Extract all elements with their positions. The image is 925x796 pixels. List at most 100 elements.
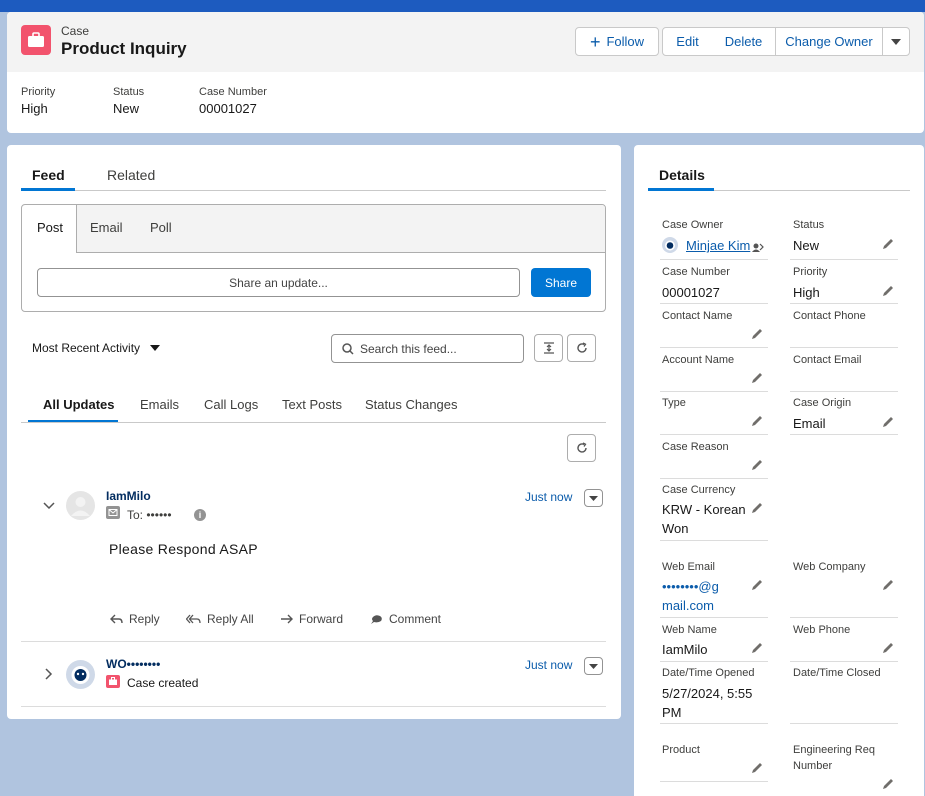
field-divider	[790, 391, 898, 392]
refresh-icon	[576, 342, 587, 353]
feed-item-menu-button[interactable]	[584, 657, 603, 675]
filter-tab-emails[interactable]: Emails	[140, 397, 179, 412]
field-divider	[660, 540, 768, 541]
comment-action[interactable]: Comment	[370, 612, 441, 626]
priority-value: High	[793, 285, 820, 300]
publisher-tab-email[interactable]: Email	[90, 220, 123, 235]
collapse-all-button[interactable]	[534, 334, 563, 362]
record-header: Case Product Inquiry + Follow Edit Delet…	[7, 12, 924, 133]
pencil-icon[interactable]	[750, 578, 764, 592]
page-title: Product Inquiry	[61, 39, 187, 58]
feed-item-menu-button[interactable]	[584, 489, 603, 507]
highlight-field-status: Status New	[113, 86, 145, 116]
type-label: Type	[662, 397, 686, 409]
collapse-chevron-icon[interactable]	[43, 502, 55, 510]
email-recipient: To: ••••••	[127, 508, 172, 522]
pencil-icon[interactable]	[750, 371, 764, 385]
tab-related[interactable]: Related	[107, 167, 155, 183]
reply-all-action[interactable]: Reply All	[186, 612, 254, 626]
field-divider	[660, 303, 768, 304]
field-divider	[790, 259, 898, 260]
priority-label: Priority	[793, 266, 828, 278]
pencil-icon[interactable]	[750, 327, 764, 341]
refresh-button[interactable]	[567, 334, 596, 362]
filter-tab-all-updates[interactable]: All Updates	[43, 397, 115, 412]
case-currency-label: Case Currency	[662, 484, 736, 496]
share-update-input[interactable]: Share an update...	[37, 268, 520, 297]
filter-tab-call-logs[interactable]: Call Logs	[204, 397, 258, 412]
case-reason-label: Case Reason	[662, 441, 729, 453]
feed-search-input[interactable]: Search this feed...	[331, 334, 524, 363]
chevron-down-icon	[589, 663, 598, 669]
date-opened-value-line2: PM	[662, 705, 682, 720]
feed-item-author[interactable]: IamMilo	[106, 489, 151, 503]
tab-divider	[21, 190, 606, 191]
details-tab-indicator	[648, 188, 714, 191]
contact-phone-label: Contact Phone	[793, 310, 866, 322]
pencil-icon[interactable]	[881, 777, 895, 791]
filter-tab-text-posts[interactable]: Text Posts	[282, 397, 342, 412]
pencil-icon[interactable]	[750, 641, 764, 655]
field-divider	[660, 259, 768, 260]
forward-action[interactable]: Forward	[280, 612, 343, 626]
avatar[interactable]	[66, 660, 95, 689]
search-icon	[342, 343, 354, 355]
field-divider	[790, 723, 898, 724]
eng-req-label-line2: Number	[793, 760, 833, 772]
follow-button[interactable]: + Follow	[575, 27, 659, 56]
change-owner-icon[interactable]	[751, 240, 765, 254]
case-origin-value: Email	[793, 416, 826, 431]
reply-action[interactable]: Reply	[110, 612, 160, 626]
filter-tab-status-changes[interactable]: Status Changes	[365, 397, 458, 412]
share-button[interactable]: Share	[531, 268, 591, 297]
tab-details[interactable]: Details	[659, 167, 705, 183]
feed-item-author[interactable]: WO••••••••	[106, 657, 160, 671]
publisher-tab-poll[interactable]: Poll	[150, 220, 172, 235]
sort-dropdown[interactable]: Most Recent Activity	[32, 341, 161, 355]
pencil-icon[interactable]	[881, 284, 895, 298]
web-email-value-line1[interactable]: ••••••••@g	[662, 577, 719, 596]
feed-item-timestamp[interactable]: Just now	[525, 658, 572, 672]
case-icon	[106, 675, 120, 688]
pencil-icon[interactable]	[750, 414, 764, 428]
refresh-feed-button[interactable]	[567, 434, 596, 462]
contact-name-label: Contact Name	[662, 310, 733, 322]
field-divider	[660, 781, 768, 782]
pencil-icon[interactable]	[750, 501, 764, 515]
astro-avatar-icon	[71, 666, 90, 684]
web-phone-label: Web Phone	[793, 624, 851, 636]
change-owner-button[interactable]: Change Owner	[775, 27, 883, 56]
pencil-icon[interactable]	[881, 641, 895, 655]
more-actions-button[interactable]	[882, 27, 910, 56]
pencil-icon[interactable]	[881, 578, 895, 592]
case-owner-link[interactable]: Minjae Kim	[686, 236, 750, 255]
object-type-label: Case	[61, 24, 90, 38]
highlight-field-priority: Priority High	[21, 86, 56, 116]
pencil-icon[interactable]	[750, 761, 764, 775]
active-filter-indicator	[28, 420, 118, 422]
case-icon	[21, 25, 51, 55]
account-name-label: Account Name	[662, 354, 735, 366]
tab-feed[interactable]: Feed	[32, 167, 65, 183]
case-currency-value-line2: Won	[662, 521, 689, 536]
delete-button[interactable]: Delete	[712, 27, 776, 56]
pencil-icon[interactable]	[750, 458, 764, 472]
refresh-icon	[576, 442, 587, 453]
publisher-tab-post[interactable]: Post	[37, 220, 63, 235]
reply-icon	[110, 614, 123, 623]
info-icon[interactable]: i	[194, 509, 206, 521]
status-value: New	[793, 238, 820, 253]
feed-item-timestamp[interactable]: Just now	[525, 490, 572, 504]
web-email-value-line2[interactable]: mail.com	[662, 596, 714, 615]
owner-avatar	[662, 237, 678, 253]
email-icon	[106, 506, 120, 519]
pencil-icon[interactable]	[881, 415, 895, 429]
forward-icon	[281, 614, 293, 623]
pencil-icon[interactable]	[881, 237, 895, 251]
edit-button[interactable]: Edit	[662, 27, 713, 56]
case-number-value: 00001027	[662, 285, 720, 300]
case-currency-value-line1: KRW - Korean	[662, 502, 746, 517]
case-owner-label: Case Owner	[662, 219, 724, 231]
avatar[interactable]	[66, 491, 95, 520]
expand-chevron-icon[interactable]	[45, 668, 53, 680]
